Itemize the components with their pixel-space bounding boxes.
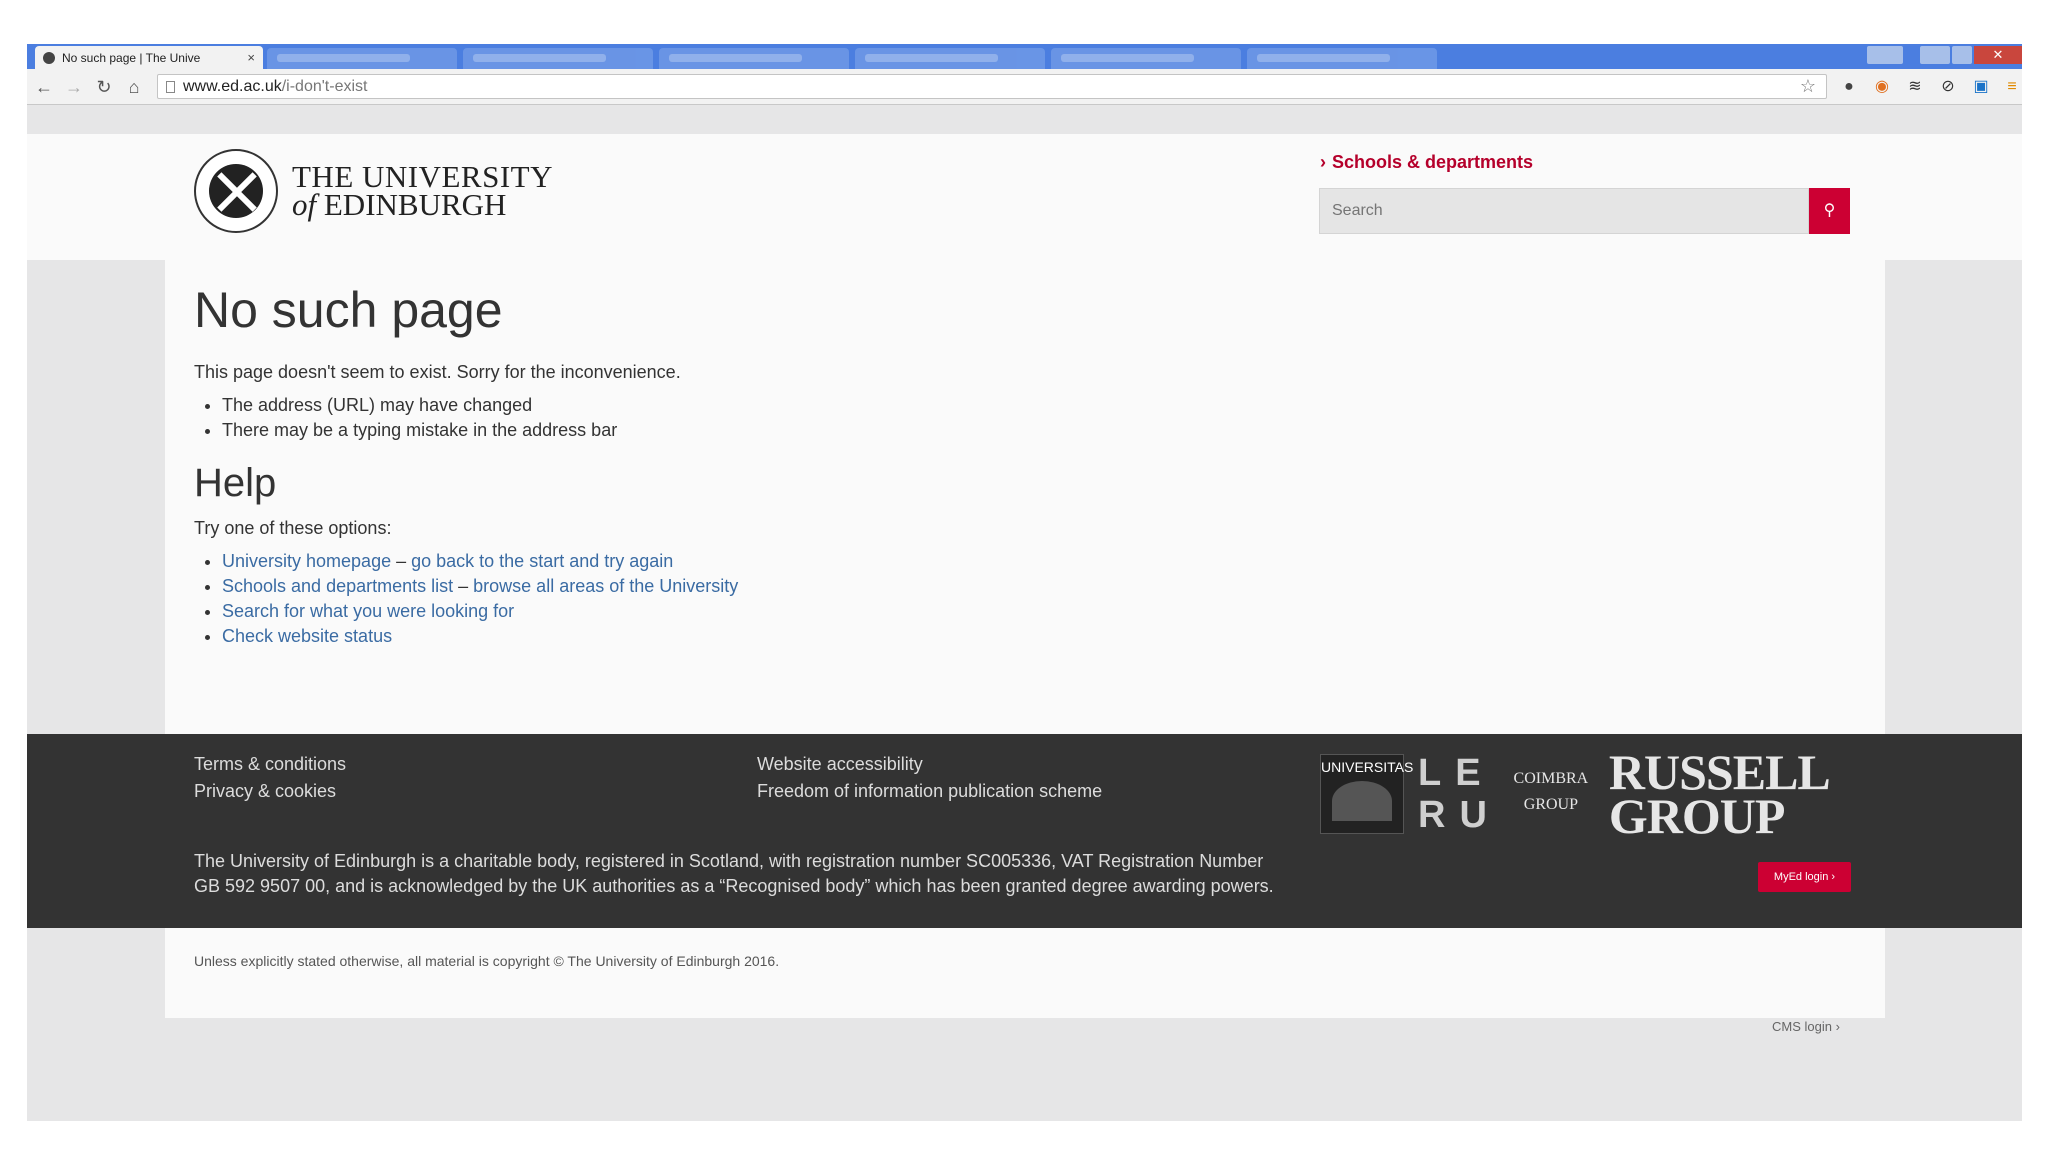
browse-areas-link[interactable]: browse all areas of the University — [473, 576, 738, 596]
tab-background[interactable] — [855, 48, 1045, 69]
tab-background[interactable] — [1247, 48, 1437, 69]
menu-icon[interactable]: ≡ — [2002, 77, 2022, 97]
url-host: www.ed.ac.uk — [183, 77, 282, 95]
separator: – — [391, 551, 412, 571]
coimbra-line-2: GROUP — [1523, 796, 1578, 813]
extension-s-icon[interactable] — [1984, 77, 2004, 97]
address-bar[interactable]: www.ed.ac.uk/i-don't-exist ☆ — [157, 74, 1827, 99]
search-link[interactable]: Search for what you were looking for — [222, 601, 514, 621]
wordmark: THE UNIVERSITY of EDINBURGH — [292, 161, 553, 220]
close-window-button[interactable]: ✕ — [1974, 46, 2022, 64]
list-item: Schools and departments list – browse al… — [222, 574, 1794, 599]
web-page: THE UNIVERSITY of EDINBURGH › Schools & d… — [27, 105, 2022, 1121]
schools-departments-link[interactable]: › Schools & departments — [1320, 152, 1533, 173]
home-icon[interactable]: ⌂ — [123, 76, 145, 98]
logo-of: of — [292, 187, 317, 222]
forward-icon[interactable]: → — [63, 76, 85, 98]
tab-close-icon[interactable]: × — [247, 50, 255, 65]
tab-strip: No such page | The Unive × ✕ — [27, 44, 2022, 69]
extension-compass-icon[interactable]: ⊘ — [1938, 77, 1958, 97]
tab-background[interactable] — [1051, 48, 1241, 69]
page-icon — [166, 80, 175, 93]
leru-logo[interactable]: LE RU — [1418, 752, 1501, 836]
extension-orange-icon[interactable]: ◉ — [1872, 77, 1892, 97]
list-item: There may be a typing mistake in the add… — [222, 418, 1794, 443]
schools-list-link[interactable]: Schools and departments list — [222, 576, 453, 596]
copyright-band — [165, 928, 1885, 1018]
main-content: No such page This page doesn't seem to e… — [194, 275, 1794, 649]
logo-line-2: of EDINBURGH — [292, 189, 553, 220]
tab-title: No such page | The Unive — [62, 50, 201, 65]
start-again-link[interactable]: go back to the start and try again — [411, 551, 673, 571]
partner-logos: UNIVERSITAS LE RU COIMBRA GROUP RUSSELL … — [1320, 747, 1831, 844]
russell-line-2: GROUP — [1608, 788, 1786, 844]
list-item: University homepage – go back to the sta… — [222, 549, 1794, 574]
help-intro: Try one of these options: — [194, 518, 392, 538]
russell-group-logo[interactable]: RUSSELL GROUP — [1608, 747, 1831, 844]
extension-layers-icon[interactable]: ≋ — [1905, 77, 1925, 97]
website-status-link[interactable]: Check website status — [222, 626, 392, 646]
browser-window: No such page | The Unive × ✕ ← → ↻ ⌂ www… — [27, 44, 2022, 1121]
page-title: No such page — [194, 282, 503, 338]
address-toolbar: ← → ↻ ⌂ www.ed.ac.uk/i-don't-exist ☆ ● ◉… — [27, 69, 2022, 105]
reasons-list: The address (URL) may have changed There… — [222, 393, 1794, 443]
myed-login-button[interactable]: MyEd login › — [1758, 862, 1851, 892]
options-list: University homepage – go back to the sta… — [222, 549, 1794, 649]
u21-label: UNIVERSITAS — [1321, 759, 1414, 775]
search-icon: ⚲ — [1823, 202, 1836, 219]
list-item: Check website status — [222, 624, 1794, 649]
reload-icon[interactable]: ↻ — [93, 76, 115, 98]
copyright-text: Unless explicitly stated otherwise, all … — [194, 953, 780, 969]
list-item: Search for what you were looking for — [222, 599, 1794, 624]
university-homepage-link[interactable]: University homepage — [222, 551, 391, 571]
leru-line-1: LE — [1418, 752, 1495, 794]
legal-text: The University of Edinburgh is a charita… — [194, 851, 1274, 896]
chevron-right-icon: › — [1835, 1019, 1840, 1034]
cms-login-link[interactable]: CMS login › — [1772, 1019, 1840, 1034]
cms-label: CMS login — [1772, 1019, 1832, 1034]
tab-background[interactable] — [659, 48, 849, 69]
search-input[interactable] — [1319, 188, 1809, 234]
tab-no-such-page[interactable]: No such page | The Unive × — [35, 46, 263, 69]
schools-link-label: Schools & departments — [1332, 152, 1534, 172]
myed-label: MyEd login — [1773, 871, 1829, 883]
maximize-button[interactable] — [1952, 46, 1972, 64]
coimbra-line-1: COIMBRA — [1513, 770, 1589, 787]
terms-link[interactable]: Terms & conditions — [194, 754, 346, 775]
university-logo[interactable]: THE UNIVERSITY of EDINBURGH — [194, 149, 553, 233]
profile-button[interactable] — [1867, 46, 1903, 64]
intro-text: This page doesn't seem to exist. Sorry f… — [194, 362, 681, 382]
favicon-icon — [43, 51, 55, 64]
separator: – — [453, 576, 474, 596]
url-path: /i-don't-exist — [281, 77, 368, 95]
minimize-button[interactable] — [1920, 46, 1950, 64]
privacy-link[interactable]: Privacy & cookies — [194, 781, 336, 802]
globe-icon — [1332, 781, 1392, 821]
leru-line-2: RU — [1418, 794, 1501, 836]
search-button[interactable]: ⚲ — [1809, 188, 1850, 234]
universitas21-logo[interactable]: UNIVERSITAS — [1320, 754, 1414, 834]
coimbra-group-logo[interactable]: COIMBRA GROUP — [1509, 754, 1593, 834]
crest-icon — [194, 149, 278, 233]
extension-evernote-icon[interactable]: ● — [1839, 77, 1859, 97]
chevron-right-icon: › — [1831, 871, 1836, 883]
bookmark-star-icon[interactable]: ☆ — [1800, 76, 1816, 97]
back-icon[interactable]: ← — [33, 76, 55, 98]
list-item: The address (URL) may have changed — [222, 393, 1794, 418]
foi-link[interactable]: Freedom of information publication schem… — [757, 781, 1102, 802]
accessibility-link[interactable]: Website accessibility — [757, 754, 923, 775]
help-heading: Help — [194, 461, 277, 505]
tab-background[interactable] — [463, 48, 653, 69]
logo-edinburgh: EDINBURGH — [323, 187, 507, 222]
chevron-right-icon: › — [1320, 152, 1326, 172]
site-footer: Terms & conditions Privacy & cookies Web… — [27, 734, 2022, 928]
tab-background[interactable] — [267, 48, 457, 69]
